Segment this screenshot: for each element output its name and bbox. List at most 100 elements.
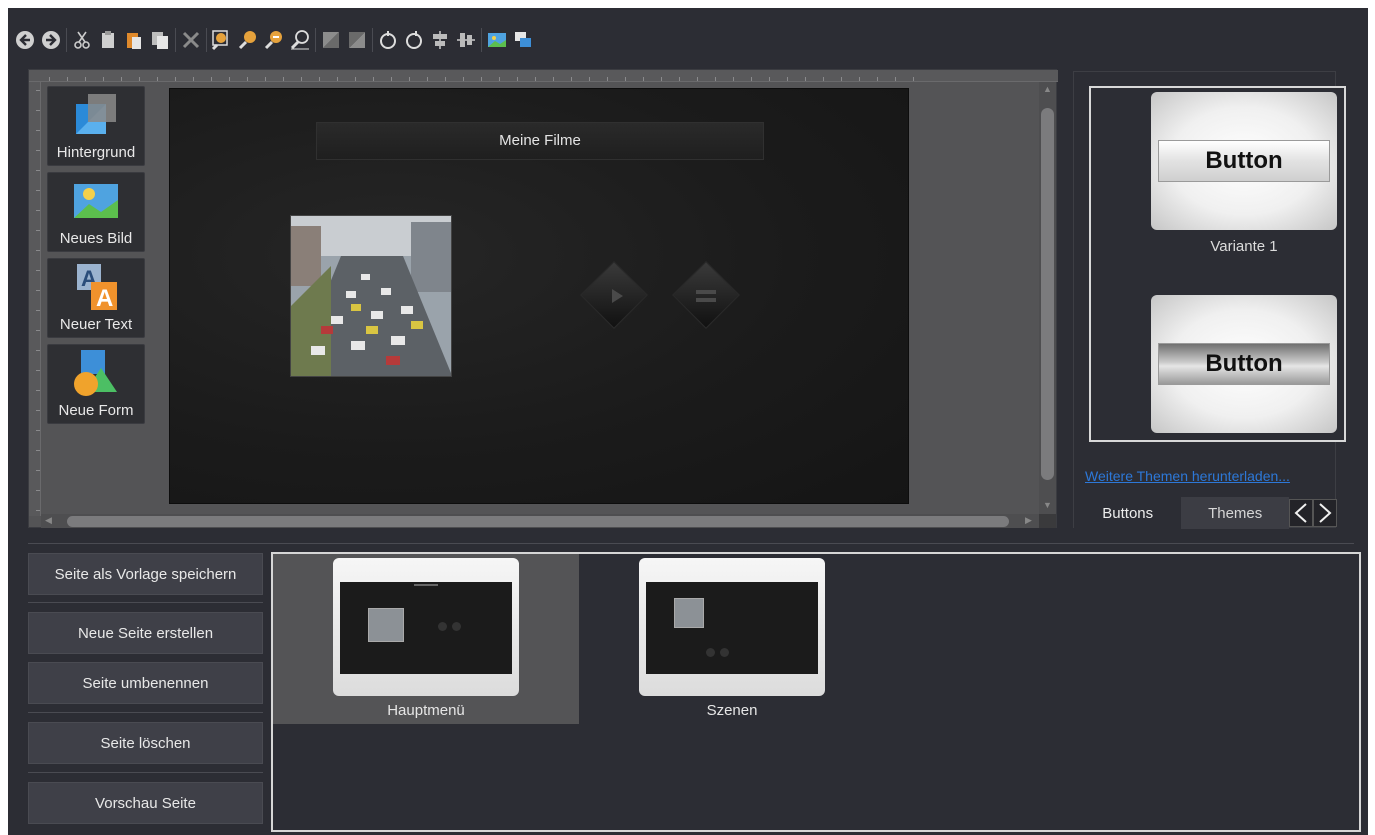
menu-icon bbox=[696, 290, 716, 302]
send-back-icon[interactable] bbox=[344, 26, 370, 54]
align-h-icon[interactable] bbox=[427, 26, 453, 54]
new-shape-tool-button[interactable]: Neue Form bbox=[47, 344, 145, 424]
new-page-button[interactable]: Neue Seite erstellen bbox=[28, 612, 263, 654]
page-list: Hauptmenü Szenen bbox=[271, 552, 1361, 832]
ruler-tick bbox=[319, 77, 320, 81]
ruler-tick bbox=[36, 310, 40, 311]
ruler-tick bbox=[337, 77, 338, 81]
ruler-tick bbox=[247, 77, 248, 81]
vertical-scrollbar[interactable]: ▲ ▼ bbox=[1039, 82, 1056, 516]
ruler-tick bbox=[535, 77, 536, 81]
tab-themes[interactable]: Themes bbox=[1181, 497, 1289, 529]
ruler-tick bbox=[769, 77, 770, 81]
rotate-right-icon[interactable] bbox=[401, 26, 427, 54]
ruler-tick bbox=[715, 77, 716, 81]
ruler-tick bbox=[391, 77, 392, 81]
ruler-tick bbox=[571, 77, 572, 81]
background-icon bbox=[76, 94, 116, 134]
ruler-tick bbox=[697, 77, 698, 81]
ruler-tick bbox=[913, 77, 914, 81]
scroll-up-icon[interactable]: ▲ bbox=[1043, 84, 1052, 94]
ruler-tick bbox=[877, 77, 878, 81]
tab-next-button[interactable] bbox=[1312, 499, 1337, 527]
horizontal-scrollbar[interactable]: ◀ ▶ bbox=[41, 514, 1039, 528]
save-as-template-button[interactable]: Seite als Vorlage speichern bbox=[28, 553, 263, 595]
paste-icon[interactable] bbox=[121, 26, 147, 54]
delete-page-button[interactable]: Seite löschen bbox=[28, 722, 263, 764]
shape-icon bbox=[74, 350, 117, 396]
tool-label: Hintergrund bbox=[56, 144, 136, 161]
new-image-tool-button[interactable]: Neues Bild bbox=[47, 172, 145, 252]
cut-icon[interactable] bbox=[69, 26, 95, 54]
download-themes-link[interactable]: Weitere Themen herunterladen... bbox=[1085, 468, 1290, 484]
variant-button-sample: Button bbox=[1158, 140, 1330, 182]
ruler-tick bbox=[409, 77, 410, 81]
forward-icon[interactable] bbox=[38, 26, 64, 54]
ruler-tick bbox=[103, 77, 104, 81]
ruler-tick bbox=[229, 77, 230, 81]
zoom-fit-icon[interactable] bbox=[209, 26, 235, 54]
new-text-tool-button[interactable]: AA Neuer Text bbox=[47, 258, 145, 338]
ruler-tick bbox=[553, 77, 554, 81]
insert-image-icon[interactable] bbox=[484, 26, 510, 54]
zoom-reset-icon[interactable] bbox=[287, 26, 313, 54]
template-panel: Button Variante 1 Button Weitere Themen … bbox=[1073, 71, 1346, 529]
ruler-tick bbox=[859, 77, 860, 81]
tool-label: Neues Bild bbox=[59, 230, 133, 247]
vertical-ruler bbox=[29, 82, 41, 516]
variant-label: Variante 1 bbox=[1210, 238, 1278, 255]
ruler-tick bbox=[823, 77, 824, 81]
canvas-image-element[interactable] bbox=[290, 215, 452, 377]
ruler-tick bbox=[139, 77, 140, 81]
scroll-right-icon[interactable]: ▶ bbox=[1025, 515, 1032, 526]
vertical-scroll-thumb[interactable] bbox=[1041, 108, 1054, 480]
copy-icon[interactable] bbox=[95, 26, 121, 54]
ruler-tick bbox=[36, 510, 40, 511]
design-canvas[interactable]: Meine Filme bbox=[169, 88, 909, 504]
ruler-tick bbox=[36, 130, 40, 131]
ruler-tick bbox=[36, 190, 40, 191]
tab-prev-button[interactable] bbox=[1288, 499, 1313, 527]
ruler-tick bbox=[193, 77, 194, 81]
ruler-tick bbox=[36, 90, 40, 91]
toolbar-separator bbox=[315, 28, 316, 52]
ruler-tick bbox=[36, 490, 40, 491]
delete-icon[interactable] bbox=[178, 26, 204, 54]
background-tool-button[interactable]: Hintergrund bbox=[47, 86, 145, 166]
canvas-title-element[interactable]: Meine Filme bbox=[316, 122, 764, 160]
horizontal-scroll-thumb[interactable] bbox=[67, 516, 1009, 527]
tab-buttons[interactable]: Buttons bbox=[1074, 497, 1182, 529]
ruler-tick bbox=[895, 77, 896, 81]
ruler-tick bbox=[751, 77, 752, 81]
variant-2-preview[interactable]: Button bbox=[1151, 295, 1337, 433]
panel-tabs: Buttons Themes bbox=[1074, 497, 1337, 529]
chevron-right-icon bbox=[1319, 503, 1332, 523]
ruler-tick bbox=[36, 230, 40, 231]
bring-front-icon[interactable] bbox=[318, 26, 344, 54]
ruler-tick bbox=[49, 77, 50, 81]
zoom-in-icon[interactable] bbox=[235, 26, 261, 54]
ruler-tick bbox=[175, 77, 176, 81]
layers-icon[interactable] bbox=[510, 26, 536, 54]
variant-list[interactable]: Button Variante 1 Button bbox=[1089, 86, 1346, 442]
ruler-tick bbox=[36, 210, 40, 211]
zoom-out-icon[interactable] bbox=[261, 26, 287, 54]
app-window: Hintergrund Neues Bild AA Neuer Text Neu… bbox=[8, 8, 1368, 835]
rename-page-button[interactable]: Seite umbenennen bbox=[28, 662, 263, 704]
svg-text:A: A bbox=[96, 285, 113, 312]
page-item-szenen[interactable]: Szenen bbox=[579, 554, 885, 724]
scroll-left-icon[interactable]: ◀ bbox=[45, 515, 52, 526]
page-item-hauptmenu[interactable]: Hauptmenü bbox=[273, 554, 579, 724]
scroll-down-icon[interactable]: ▼ bbox=[1043, 500, 1052, 510]
rotate-left-icon[interactable] bbox=[375, 26, 401, 54]
ruler-tick bbox=[499, 77, 500, 81]
page-label: Hauptmenü bbox=[387, 702, 465, 719]
ruler-tick bbox=[283, 77, 284, 81]
ruler-tick bbox=[355, 77, 356, 81]
back-icon[interactable] bbox=[12, 26, 38, 54]
duplicate-icon[interactable] bbox=[147, 26, 173, 54]
ruler-tick bbox=[301, 77, 302, 81]
variant-1-preview[interactable]: Button bbox=[1151, 92, 1337, 230]
preview-page-button[interactable]: Vorschau Seite bbox=[28, 782, 263, 824]
align-v-icon[interactable] bbox=[453, 26, 479, 54]
